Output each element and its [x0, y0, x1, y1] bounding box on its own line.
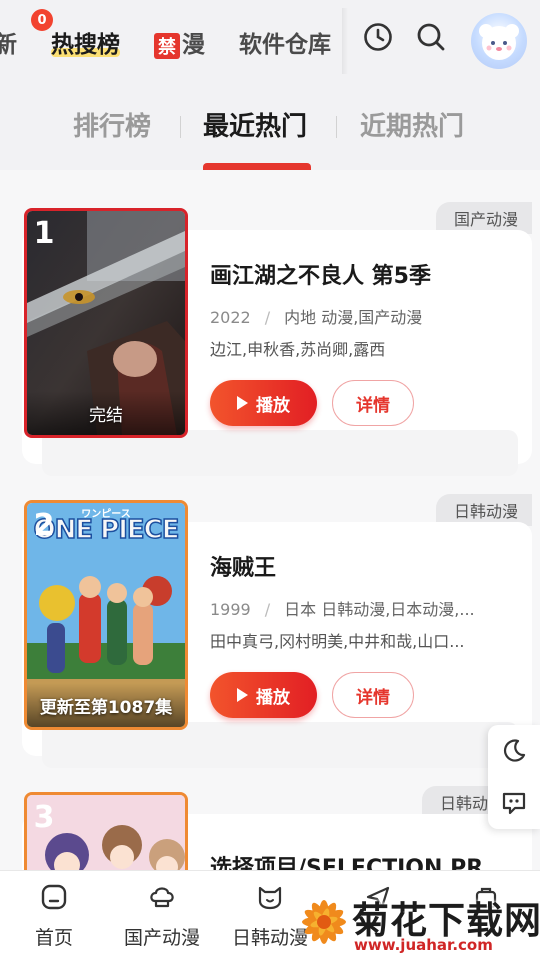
active-tab-indicator [203, 163, 311, 170]
tab-ranking[interactable]: 排行榜 [73, 106, 151, 143]
tab-recent-hot[interactable]: 最近热门 [203, 106, 307, 143]
site-watermark: 菊花下载网 www.juahar.com [290, 880, 540, 960]
notification-badge: 0 [31, 9, 53, 31]
poster-status-caption: 更新至第1087集 [27, 683, 185, 727]
ranking-list: 国产动漫 1 完结 画江湖之不良人 第5季 2022 / 内地 动漫,国产动漫 … [0, 170, 540, 870]
anime-meta: 1999/日本 日韩动漫,日本动漫,... [210, 600, 475, 619]
details-button[interactable]: 详情 [332, 672, 414, 718]
rank-number: 3 [33, 799, 55, 835]
bottom-nav-label: 国产动漫 [123, 927, 200, 949]
cat-face-icon [256, 883, 284, 911]
top-nav-tab-hot-search[interactable]: 热搜榜 0 [31, 9, 120, 59]
top-nav-tab-hot-search-label: 热搜榜 [51, 32, 120, 58]
history-icon[interactable] [361, 20, 395, 54]
anime-meta: 2022/内地 动漫,国产动漫 [210, 308, 423, 327]
rank-number: 1 [33, 215, 55, 251]
details-button[interactable]: 详情 [332, 380, 414, 426]
poster-image[interactable]: ワンピース ONE PIECE 2 更新至第1087集 [24, 500, 188, 730]
top-nav-tab-new[interactable]: 新 [0, 25, 17, 59]
anime-region-genre: 内地 动漫,国产动漫 [284, 308, 423, 327]
tab-period-hot[interactable]: 近期热门 [360, 106, 464, 143]
list-item[interactable]: 日韩动 3 选择项目/SELECTION PR [22, 786, 532, 870]
anime-title[interactable]: 选择项目/SELECTION PR [210, 850, 483, 870]
tab-divider [336, 116, 337, 138]
play-button-label: 播放 [256, 395, 290, 416]
poster-status-caption: 完结 [27, 391, 185, 435]
ranking-sub-tabs: 排行榜 最近热门 近期热门 [0, 82, 540, 170]
list-item[interactable]: 日韩动漫 ワンピース ONE PIECE 2 更新至第1087集 海贼王 199… [22, 494, 532, 768]
tab-divider [180, 116, 181, 138]
watermark-url: www.juahar.com [354, 936, 493, 954]
anime-region-genre: 日本 日韩动漫,日本动漫,... [284, 600, 475, 619]
top-nav-tabs: 新 热搜榜 0 禁漫 软件仓库 [0, 9, 365, 62]
anime-title[interactable]: 画江湖之不良人 第5季 [210, 258, 431, 290]
anime-cast: 田中真弓,冈村明美,中井和哉,山口... [210, 632, 465, 651]
poster-image[interactable]: 3 [24, 792, 188, 870]
banned-icon: 禁 [154, 32, 180, 59]
anime-year: 1999 [210, 600, 251, 619]
play-icon [237, 688, 248, 702]
top-nav-tab-software[interactable]: 软件仓库 [239, 25, 331, 59]
search-icon[interactable] [414, 20, 448, 54]
bottom-nav-home[interactable]: 首页 [0, 871, 108, 960]
bottom-nav-domestic-anime[interactable]: 国产动漫 [108, 871, 216, 960]
floating-tools [488, 725, 540, 829]
rank-number: 2 [33, 507, 55, 543]
play-button[interactable]: 播放 [210, 672, 317, 718]
chef-hat-icon [148, 883, 176, 911]
home-icon [40, 883, 68, 911]
dark-mode-icon[interactable] [488, 725, 540, 777]
poster-image[interactable]: 1 完结 [24, 208, 188, 438]
top-navigation-bar: 新 热搜榜 0 禁漫 软件仓库 [0, 0, 540, 82]
play-button-label: 播放 [256, 687, 290, 708]
top-nav-tab-banned-comics-label: 漫 [182, 32, 205, 58]
anime-year: 2022 [210, 308, 251, 327]
play-icon [237, 396, 248, 410]
list-item[interactable]: 国产动漫 1 完结 画江湖之不良人 第5季 2022 / 内地 动漫,国产动漫 … [22, 202, 532, 476]
play-button[interactable]: 播放 [210, 380, 317, 426]
anime-cast: 边江,申秋香,苏尚卿,露西 [210, 340, 386, 359]
bottom-nav-label: 首页 [34, 927, 73, 949]
top-nav-tab-banned-comics[interactable]: 禁漫 [154, 25, 205, 59]
anime-title[interactable]: 海贼王 [210, 550, 276, 582]
nav-scroll-fade [342, 8, 348, 74]
chrysanthemum-logo [302, 900, 346, 944]
feedback-icon[interactable] [488, 777, 540, 829]
user-avatar[interactable] [471, 13, 527, 69]
